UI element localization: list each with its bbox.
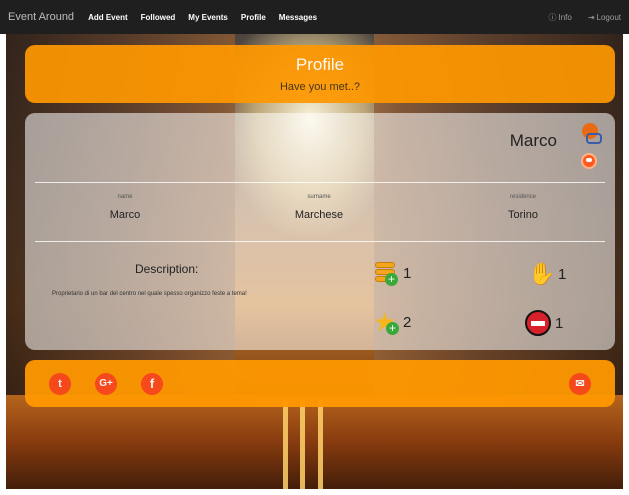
divider xyxy=(35,182,605,183)
name-field: name Marco xyxy=(45,194,205,221)
star-add-icon: ★ + xyxy=(373,309,399,335)
stat-dislikes[interactable]: 1 xyxy=(525,310,563,336)
dislikes-count: 1 xyxy=(555,314,564,332)
nav-my-events[interactable]: My Events xyxy=(188,13,228,22)
minus-circle-icon xyxy=(525,310,551,336)
surname-field: surname Marchese xyxy=(239,194,399,221)
info-link[interactable]: ⓘ Info xyxy=(548,12,571,23)
logout-icon: ⇥ xyxy=(587,12,595,22)
name-label: name xyxy=(117,194,133,200)
google-plus-icon[interactable]: G+ xyxy=(95,373,117,395)
description-text: Proprietario di un bar del centro nel qu… xyxy=(52,291,247,297)
nav-add-event[interactable]: Add Event xyxy=(88,13,128,22)
navbar: Event Around Add Event Followed My Event… xyxy=(0,0,629,34)
stat-events-added[interactable]: + 1 xyxy=(373,261,412,286)
profile-card: Marco name Marco surname Marchese reside… xyxy=(25,113,615,350)
favorites-count: 2 xyxy=(403,313,412,331)
facebook-icon[interactable]: f xyxy=(141,373,163,395)
surname-value: Marchese xyxy=(294,209,344,221)
profile-header: Profile Have you met..? xyxy=(25,45,615,103)
info-label: Info xyxy=(558,12,572,22)
events-added-count: 1 xyxy=(403,264,412,282)
hand-icon: ✋ xyxy=(528,261,556,286)
navbar-right: ⓘ Info ⇥ Logout xyxy=(532,12,621,23)
likes-count: 1 xyxy=(558,265,567,283)
stat-likes[interactable]: ✋ 1 xyxy=(528,262,566,286)
logout-label: Logout xyxy=(596,12,621,22)
stat-favorites[interactable]: ★ + 2 xyxy=(373,309,412,335)
divider xyxy=(35,241,605,242)
mail-icon[interactable]: ✉ xyxy=(569,373,591,395)
residence-label: residence xyxy=(509,194,536,200)
residence-value: Torino xyxy=(508,209,538,221)
brand-link[interactable]: Event Around xyxy=(8,11,74,23)
nav-messages[interactable]: Messages xyxy=(279,13,317,22)
event-stack-add-icon: + xyxy=(373,261,399,286)
page-subtitle: Have you met..? xyxy=(279,81,361,93)
residence-field: residence Torino xyxy=(443,194,603,221)
surname-label: surname xyxy=(307,194,331,200)
description-title: Description: xyxy=(135,262,199,276)
twitter-icon[interactable]: t xyxy=(49,373,71,395)
nav-profile[interactable]: Profile xyxy=(241,13,266,22)
page-title: Profile xyxy=(295,55,345,74)
logout-link[interactable]: ⇥ Logout xyxy=(588,13,621,22)
nav-followed[interactable]: Followed xyxy=(141,13,176,22)
globe-link-icon[interactable] xyxy=(582,123,602,144)
social-footer: t G+ f ✉ xyxy=(25,360,615,407)
profile-display-name: Marco xyxy=(509,131,557,150)
chat-icon[interactable] xyxy=(581,153,597,169)
name-value: Marco xyxy=(109,209,141,221)
info-icon: ⓘ xyxy=(548,12,557,22)
